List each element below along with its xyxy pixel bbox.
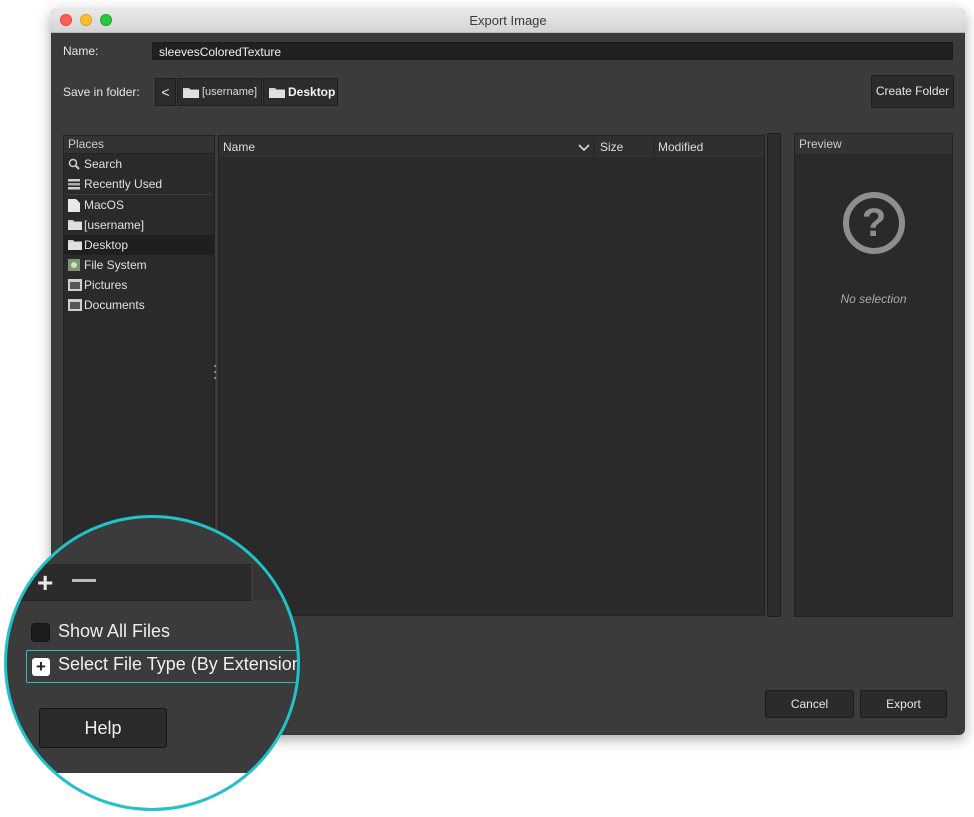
show-all-files-checkbox[interactable] [31, 623, 50, 642]
place-documents[interactable]: Documents [64, 295, 214, 315]
file-list-header: Name Size Modified [219, 136, 764, 159]
name-label: Name: [63, 44, 99, 58]
place-file-system[interactable]: File System [64, 255, 214, 275]
pane-resize-handle[interactable] [214, 365, 217, 385]
column-modified[interactable]: Modified [658, 136, 703, 158]
file-list-scrollbar[interactable] [767, 133, 781, 617]
save-in-folder-label: Save in folder: [63, 85, 140, 99]
place-username[interactable]: [username] [64, 215, 214, 235]
breadcrumb-label: [username] [202, 86, 258, 98]
folder-icon [183, 88, 199, 98]
cancel-button[interactable]: Cancel [765, 690, 854, 718]
folder-icon [68, 240, 82, 250]
select-file-type-expander[interactable]: Select File Type (By Extension) [58, 654, 297, 675]
preview-header: Preview [795, 134, 952, 155]
breadcrumb-label: Desktop [288, 85, 336, 99]
no-selection-text: No selection [840, 292, 907, 306]
place-recently-used[interactable]: Recently Used [64, 174, 214, 194]
chevron-down-icon[interactable] [578, 144, 590, 151]
place-label: Desktop [84, 238, 129, 252]
help-button[interactable]: Help [39, 708, 167, 748]
expander-plus-icon[interactable]: + [32, 658, 50, 676]
preview-panel: Preview ? No selection [794, 133, 953, 617]
create-folder-button[interactable]: Create Folder [871, 75, 954, 108]
file-list-bottom [253, 564, 297, 600]
place-label: MacOS [84, 198, 125, 212]
folder-icon [68, 299, 82, 311]
drive-icon [68, 199, 80, 212]
folder-icon [68, 220, 82, 230]
recent-icon [68, 179, 80, 190]
place-label: File System [84, 258, 147, 272]
breadcrumb-username[interactable]: [username] [177, 78, 262, 106]
place-label: Recently Used [84, 177, 163, 191]
magnifier-outside-window [7, 773, 297, 808]
window-title: Export Image [469, 13, 547, 28]
filesystem-icon [68, 259, 80, 271]
breadcrumb-back-button[interactable]: < [155, 78, 176, 106]
place-label: Documents [84, 298, 145, 312]
filename-input[interactable]: sleevesColoredTexture [152, 42, 953, 60]
place-search[interactable]: Search [64, 154, 214, 174]
file-list[interactable]: Name Size Modified [218, 135, 765, 616]
folder-icon [269, 88, 285, 98]
title-bar[interactable]: Export Image [51, 9, 965, 33]
place-pictures[interactable]: Pictures [64, 275, 214, 295]
place-label: Pictures [84, 278, 128, 292]
search-icon [68, 158, 80, 170]
place-desktop[interactable]: Desktop [64, 235, 214, 255]
column-divider [653, 139, 654, 155]
place-label: Search [84, 157, 123, 171]
breadcrumb-desktop[interactable]: Desktop [263, 78, 338, 106]
add-bookmark-button[interactable]: + [37, 569, 53, 597]
column-divider [594, 139, 595, 155]
export-button[interactable]: Export [860, 690, 947, 718]
folder-icon [68, 279, 82, 291]
show-all-files-label[interactable]: Show All Files [58, 621, 170, 642]
place-label: [username] [84, 218, 145, 232]
place-macos[interactable]: MacOS [64, 195, 214, 215]
question-icon: ? [843, 192, 905, 254]
remove-bookmark-button[interactable] [72, 579, 96, 582]
column-size[interactable]: Size [600, 136, 623, 158]
magnifier-callout: + Show All Files + Select File Type (By … [4, 515, 300, 811]
places-header: Places [64, 136, 214, 154]
column-name[interactable]: Name [223, 136, 255, 158]
